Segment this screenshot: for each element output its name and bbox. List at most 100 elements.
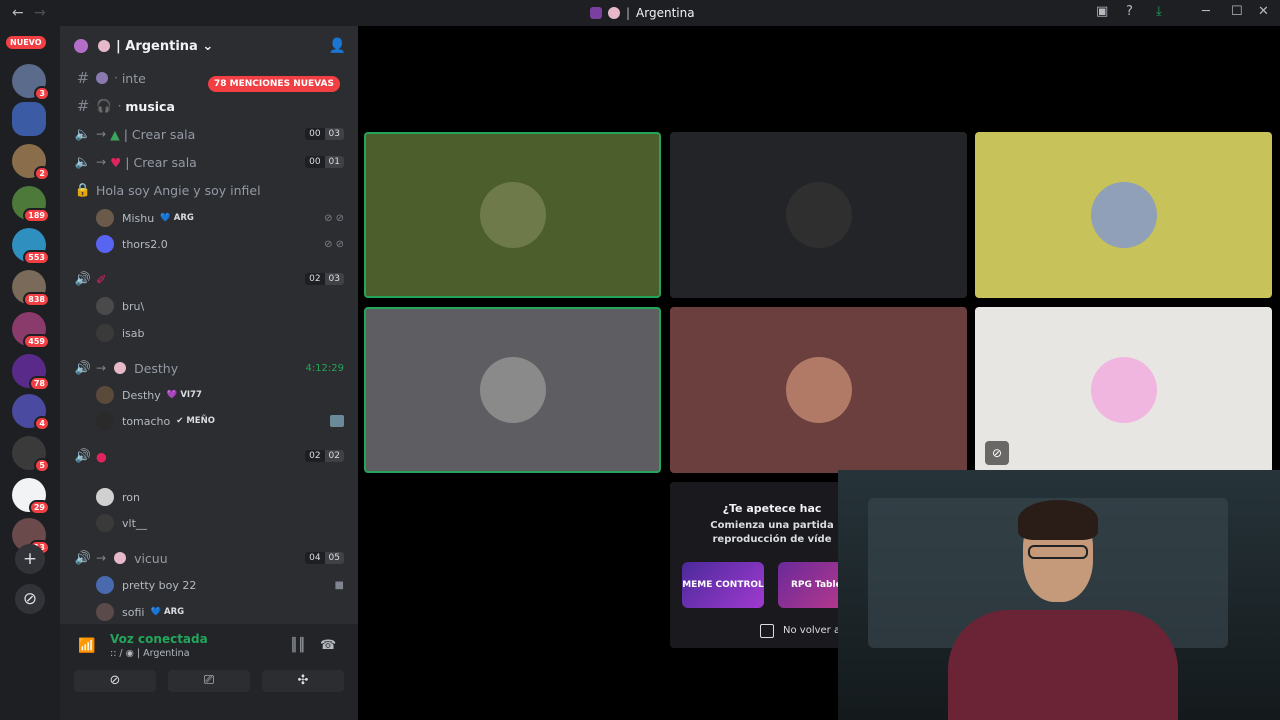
- back-arrow-icon[interactable]: ←: [12, 5, 24, 21]
- server-icon[interactable]: [12, 102, 46, 136]
- user-name: bru\: [122, 299, 145, 313]
- participant-tile[interactable]: ⊘: [975, 307, 1272, 473]
- toggle-camera-button[interactable]: ⊘: [74, 670, 156, 692]
- noise-suppression-icon[interactable]: ║║: [290, 638, 306, 653]
- voice-user[interactable]: pretty boy 22: [96, 573, 196, 597]
- server-icon[interactable]: 5: [12, 436, 50, 473]
- discover-button[interactable]: ⊘: [15, 584, 45, 614]
- inbox-icon[interactable]: ▣: [1096, 4, 1108, 19]
- channel-voice-crear-sala-2[interactable]: 🔈 → ♥ | Crear sala 00 01: [60, 150, 358, 174]
- avatar: [96, 488, 114, 506]
- voice-channel-path[interactable]: :: / ◉ | Argentina: [110, 648, 190, 659]
- minimize-icon[interactable]: ─: [1202, 4, 1210, 19]
- speaker-icon: 🔈: [74, 154, 92, 170]
- participant-tile[interactable]: [670, 132, 967, 298]
- channel-prefix: →: [96, 127, 107, 141]
- channel-text-musica[interactable]: # 🎧 · musica: [60, 94, 358, 118]
- window-title: | Argentina: [590, 6, 695, 20]
- user-tag: 💙 ARG: [150, 607, 185, 617]
- channel-voice-room-2[interactable]: 🔊 ✐ 02 03: [60, 267, 358, 291]
- voice-user[interactable]: isab: [96, 321, 145, 345]
- add-member-icon[interactable]: 👤: [329, 38, 346, 54]
- disconnect-icon[interactable]: ☎: [320, 638, 336, 653]
- server-icon[interactable]: 2: [12, 144, 50, 181]
- speaker-icon: 🔊: [74, 360, 92, 376]
- voice-user[interactable]: sofii 💙 ARG: [96, 600, 184, 624]
- activities-button[interactable]: ✣: [262, 670, 344, 692]
- help-icon[interactable]: ?: [1126, 4, 1133, 19]
- avatar: [96, 412, 114, 430]
- user-tag: 💜 VI77: [166, 390, 202, 400]
- channel-name: | Crear sala: [123, 126, 196, 142]
- avatar: [96, 209, 114, 227]
- activity-title: ¿Te apetece hac: [722, 502, 822, 515]
- unread-badge: 2: [34, 166, 50, 181]
- server-icon: [74, 39, 88, 53]
- server-icon[interactable]: 838: [12, 270, 50, 307]
- unread-badge: 553: [23, 250, 50, 265]
- server-icon[interactable]: 29: [12, 478, 50, 515]
- voice-user[interactable]: Desthy 💜 VI77: [96, 383, 202, 407]
- tree-icon: ▲: [110, 126, 120, 142]
- server-icon[interactable]: 459: [12, 312, 50, 349]
- camera-icon: ■: [334, 580, 344, 591]
- participant-tile[interactable]: [975, 132, 1272, 298]
- server-icon[interactable]: 78: [12, 354, 50, 391]
- avatar: [96, 297, 114, 315]
- voice-user[interactable]: tomacho ✔ MEÑO: [96, 409, 215, 433]
- voice-user[interactable]: Mishu 💙 ARG: [96, 206, 194, 230]
- unread-badge: 189: [23, 208, 50, 223]
- webcam-overlay: [838, 470, 1280, 720]
- share-screen-button[interactable]: ⎚: [168, 670, 250, 692]
- channel-prefix: →: [96, 551, 107, 565]
- emoji-icon: [114, 552, 127, 564]
- participant-tile[interactable]: [364, 307, 661, 473]
- avatar: [479, 357, 546, 423]
- server-icon[interactable]: 3: [12, 64, 50, 101]
- activity-card-meme-control[interactable]: MEME CONTROL: [682, 562, 764, 608]
- voice-user[interactable]: thors2.0: [96, 232, 168, 256]
- server-icon[interactable]: 553: [12, 228, 50, 265]
- webcam-person-glasses: [1028, 545, 1088, 559]
- new-mentions-pill[interactable]: 78 MENCIONES NUEVAS: [208, 76, 340, 92]
- user-counter: 02 02: [305, 450, 344, 462]
- unread-badge: 3: [34, 86, 50, 101]
- channel-name: Hola soy Angie y soy infiel: [96, 182, 261, 198]
- emoji-icon: [608, 7, 620, 19]
- avatar: [96, 514, 114, 532]
- download-icon[interactable]: ⤓: [1156, 4, 1162, 19]
- user-counter: 02 03: [305, 273, 344, 285]
- voice-user[interactable]: vlt__: [96, 511, 147, 535]
- channel-voice-crear-sala-1[interactable]: 🔈 → ▲ | Crear sala 00 03: [60, 122, 358, 146]
- participant-tile[interactable]: [364, 132, 661, 298]
- user-tag: 💙 ARG: [160, 213, 194, 223]
- voice-actions: ⊘ ⎚ ✣: [60, 670, 358, 692]
- voice-user[interactable]: bru\: [96, 294, 144, 318]
- avatar: [96, 235, 114, 253]
- dont-show-again-checkbox[interactable]: [760, 624, 774, 638]
- maximize-icon[interactable]: ☐: [1231, 4, 1243, 19]
- user-counter: 04 05: [305, 552, 344, 564]
- server-icon[interactable]: 189: [12, 186, 50, 223]
- dont-show-again-label: No volver a: [783, 625, 841, 636]
- voice-status[interactable]: Voz conectada: [110, 632, 208, 646]
- forward-arrow-icon[interactable]: →: [34, 5, 46, 21]
- user-name: Mishu: [122, 211, 155, 225]
- avatar: [785, 357, 852, 423]
- close-icon[interactable]: ✕: [1258, 4, 1269, 19]
- voice-user[interactable]: ron: [96, 485, 140, 509]
- channel-voice-room-4[interactable]: 🔊 ● 02 02: [60, 444, 358, 468]
- channel-voice-vicuu[interactable]: 🔊 → vicuu 04 05: [60, 546, 358, 570]
- new-badge: NUEVO: [6, 36, 46, 49]
- channel-voice-desthy[interactable]: 🔊 → Desthy 4:12:29: [60, 356, 358, 380]
- add-server-button[interactable]: +: [15, 544, 45, 574]
- user-name: pretty boy 22: [122, 578, 197, 592]
- unread-badge: 459: [23, 334, 50, 349]
- channel-locked[interactable]: 🔒 Hola soy Angie y soy infiel: [60, 178, 358, 202]
- participant-tile[interactable]: [670, 307, 967, 473]
- user-counter: 00 01: [305, 156, 344, 168]
- guild-header[interactable]: | Argentina ⌄ 👤: [60, 26, 358, 66]
- channel-prefix: ·: [117, 99, 122, 113]
- server-icon[interactable]: 4: [12, 394, 50, 431]
- muted-deafened-icon: ⊘ ⊘: [324, 239, 344, 250]
